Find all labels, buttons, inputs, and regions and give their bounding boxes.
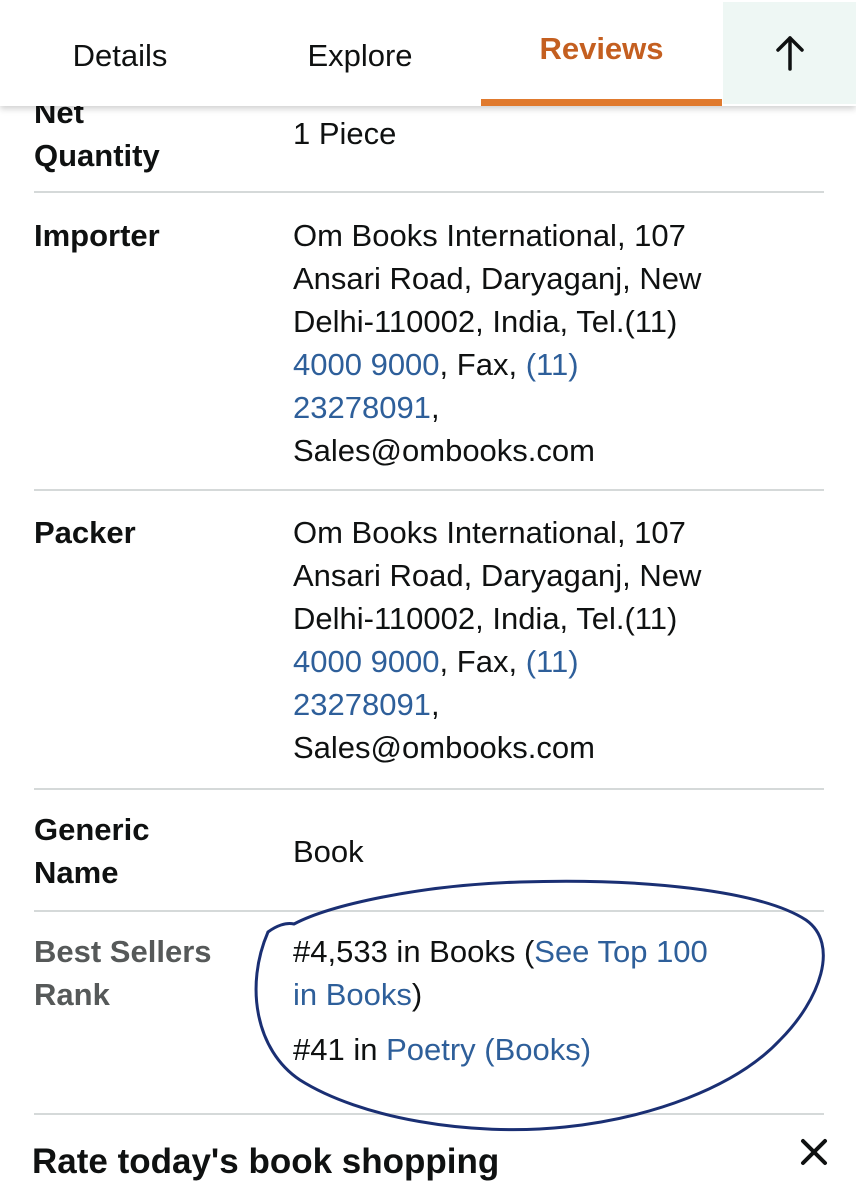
importer-fax-text: , Fax, bbox=[439, 347, 526, 382]
generic-name-label: Generic Name bbox=[34, 808, 274, 894]
importer-comma: , bbox=[430, 390, 440, 425]
best-sellers-rank-label: Best Sellers Rank bbox=[34, 930, 274, 1016]
active-tab-indicator bbox=[481, 99, 722, 106]
rank-poetry-text: #41 in bbox=[293, 1032, 387, 1067]
packer-address-line1: Om Books International, 107 bbox=[293, 515, 686, 550]
packer-address-line2: Ansari Road, Daryaganj, New bbox=[293, 558, 702, 593]
scroll-to-top-button[interactable] bbox=[723, 2, 856, 104]
rank-poetry: #41 in Poetry (Books) bbox=[293, 1028, 813, 1071]
divider bbox=[34, 489, 824, 491]
tab-details[interactable]: Details bbox=[0, 0, 240, 106]
product-details-content: Net Quantity 1 Piece Importer Om Books I… bbox=[0, 0, 856, 1200]
rank-books-text: #4,533 in Books ( bbox=[293, 934, 535, 969]
importer-phone-link[interactable]: 4000 9000 bbox=[293, 347, 440, 382]
packer-value: Om Books International, 107 Ansari Road,… bbox=[293, 511, 813, 769]
packer-comma: , bbox=[430, 687, 440, 722]
divider bbox=[34, 910, 824, 912]
rank-books-close-paren: ) bbox=[411, 977, 423, 1012]
packer-email: Sales@ombooks.com bbox=[293, 730, 595, 765]
packer-fax-link-part1[interactable]: (11) bbox=[526, 644, 579, 679]
best-sellers-rank-value: #4,533 in Books (See Top 100 in Books) #… bbox=[293, 930, 813, 1071]
importer-fax-link-part2[interactable]: 23278091 bbox=[293, 390, 431, 425]
tab-reviews[interactable]: Reviews bbox=[481, 0, 722, 106]
packer-address-line3: Delhi-110002, India, Tel.(11) bbox=[293, 601, 678, 636]
rate-shopping-promo-title: Rate today's book shopping bbox=[32, 1142, 500, 1181]
net-quantity-value: 1 Piece bbox=[293, 116, 397, 151]
importer-fax-link-part1[interactable]: (11) bbox=[526, 347, 579, 382]
tab-explore[interactable]: Explore bbox=[240, 0, 480, 106]
divider bbox=[34, 1113, 824, 1115]
net-quantity-label-line2: Quantity bbox=[34, 138, 160, 173]
tab-reviews-label: Reviews bbox=[539, 31, 664, 66]
packer-fax-link-part2[interactable]: 23278091 bbox=[293, 687, 431, 722]
importer-address-line2: Ansari Road, Daryaganj, New bbox=[293, 261, 702, 296]
importer-value: Om Books International, 107 Ansari Road,… bbox=[293, 214, 813, 472]
importer-label: Importer bbox=[34, 218, 160, 253]
arrow-up-icon bbox=[775, 36, 804, 71]
divider bbox=[34, 788, 824, 790]
packer-phone-link[interactable]: 4000 9000 bbox=[293, 644, 440, 679]
generic-name-label-line2: Name bbox=[34, 855, 119, 890]
generic-name-value: Book bbox=[293, 834, 364, 869]
best-sellers-label-line1: Best Sellers bbox=[34, 934, 212, 969]
generic-name-label-line1: Generic bbox=[34, 812, 150, 847]
rank-books: #4,533 in Books (See Top 100 bbox=[293, 930, 813, 973]
packer-fax-text: , Fax, bbox=[439, 644, 526, 679]
best-sellers-label-line2: Rank bbox=[34, 977, 110, 1012]
close-icon[interactable] bbox=[790, 1126, 838, 1178]
packer-label: Packer bbox=[34, 515, 136, 550]
importer-address-line1: Om Books International, 107 bbox=[293, 218, 686, 253]
poetry-books-link[interactable]: Poetry (Books) bbox=[386, 1032, 591, 1067]
see-top-100-link-part2[interactable]: in Books bbox=[293, 977, 412, 1012]
see-top-100-link-part1[interactable]: See Top 100 bbox=[534, 934, 708, 969]
importer-email: Sales@ombooks.com bbox=[293, 433, 595, 468]
product-tab-bar: Details Explore Reviews bbox=[0, 0, 856, 106]
divider bbox=[34, 191, 824, 193]
importer-address-line3: Delhi-110002, India, Tel.(11) bbox=[293, 304, 678, 339]
